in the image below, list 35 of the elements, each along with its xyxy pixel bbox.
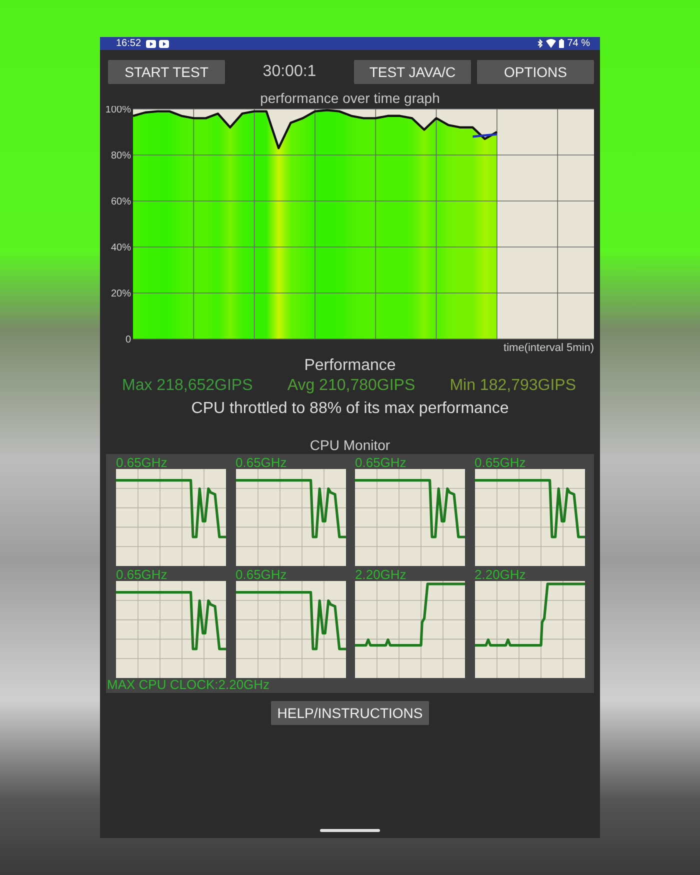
stat-value: Avg 210,780GIPS [287, 376, 416, 396]
core-frequency: 0.65GHz [474, 456, 526, 469]
options-button[interactable]: OPTIONS [477, 60, 594, 84]
core-frequency: 0.65GHz [236, 456, 287, 469]
performance-heading: Performance [304, 356, 396, 376]
core-frequency: 2.20GHz [355, 568, 406, 581]
axis-label: time(interval 5min) [504, 342, 594, 354]
axis-tick-label: 40% [110, 242, 131, 254]
core-frequency: 0.65GHz [355, 456, 406, 469]
navigation-handle[interactable] [320, 829, 380, 832]
bluetooth-icon [537, 39, 544, 48]
notification-icon [159, 40, 170, 48]
axis-tick-label: 20% [110, 288, 131, 300]
battery-level: 74 % [567, 38, 590, 50]
test-mode-button[interactable]: TEST JAVA/C [354, 60, 471, 84]
timer: 30:00:1 [262, 62, 316, 82]
core-frequency: 0.65GHz [116, 568, 168, 581]
section-title: CPU Monitor [310, 437, 390, 453]
axis-tick-label: 0 [125, 334, 131, 346]
axis-tick-label: 80% [110, 150, 131, 162]
battery-icon [559, 39, 564, 48]
chart-title: performance over time graph [260, 90, 440, 106]
wifi-icon [546, 39, 556, 48]
core-frequency: 0.65GHz [116, 456, 168, 469]
throttle-summary: CPU throttled to 88% of its max performance [191, 399, 509, 419]
start-test-button[interactable]: START TEST [108, 60, 225, 84]
core-frequency: 0.65GHz [236, 568, 287, 581]
notification-icon [146, 40, 156, 48]
clock-time: 16:52 [116, 38, 142, 50]
help-button[interactable]: HELP/INSTRUCTIONS [271, 701, 429, 725]
stat-value: Min 182,793GIPS [450, 376, 576, 396]
core-frequency: 2.20GHz [474, 568, 526, 581]
max-clock-label: MAX CPU CLOCK:2.20GHz [106, 678, 271, 692]
axis-tick-label: 60% [110, 196, 131, 208]
stat-value: Max 218,652GIPS [122, 376, 253, 396]
